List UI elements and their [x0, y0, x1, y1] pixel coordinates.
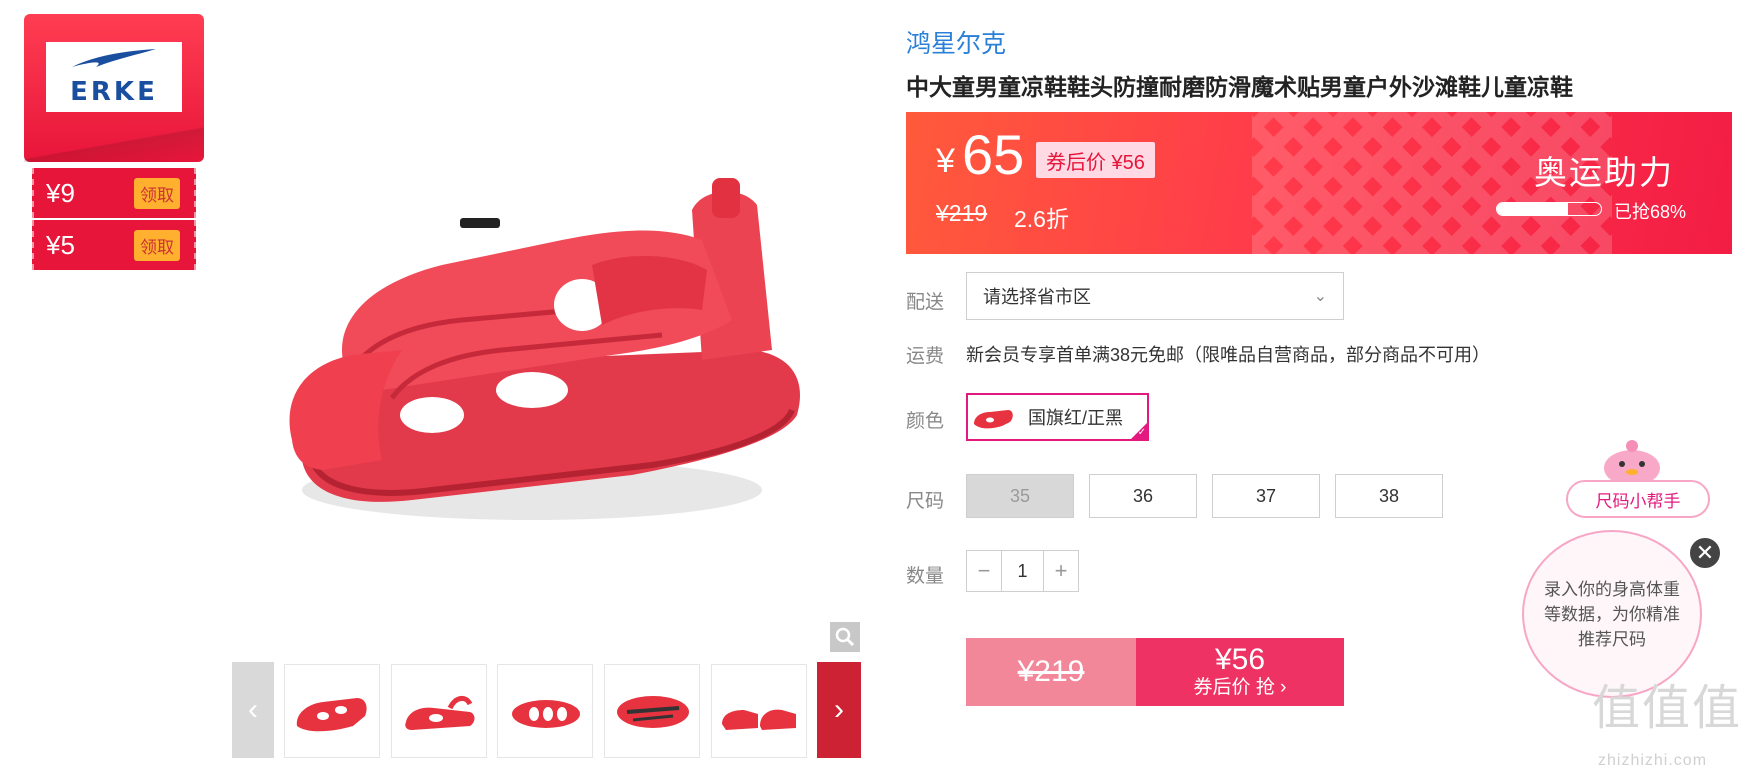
region-select-value: 请选择省市区 — [983, 287, 1091, 307]
original-price: ¥219 — [936, 200, 988, 226]
chevron-left-icon: ‹ — [248, 693, 258, 726]
thumbnail[interactable] — [284, 664, 380, 758]
coupon-claim-button[interactable]: 领取 — [134, 177, 180, 209]
thumbnail[interactable] — [711, 664, 807, 758]
shipping-info: 新会员专享首单满38元免邮（限唯品自营商品，部分商品不可用） — [966, 345, 1491, 365]
buy-coupon-action[interactable]: ¥56 券后价 抢 › — [1136, 638, 1344, 706]
buy-original-price: ¥219 — [966, 638, 1136, 706]
coupon-9[interactable]: ¥9 领取 — [32, 168, 196, 218]
thumbnail[interactable] — [604, 664, 700, 758]
color-option-red-black[interactable]: 国旗红/正黑 ✓ — [966, 393, 1149, 441]
erke-swoosh-icon — [72, 49, 156, 67]
coupon-price-badge: 券后价 ¥56 — [1036, 142, 1155, 178]
sandal-illustration — [289, 178, 800, 520]
main-product-image[interactable] — [232, 20, 862, 640]
color-label: 颜色 — [906, 411, 945, 432]
discount-rate: 2.6折 — [1014, 206, 1069, 232]
size-option-37[interactable]: 37 — [1212, 474, 1320, 518]
sold-progress-text: 已抢68% — [1614, 202, 1687, 222]
thumb-next-button[interactable]: › — [817, 662, 861, 758]
size-helper-close-button[interactable]: ✕ — [1688, 536, 1722, 570]
size-option-38[interactable]: 38 — [1335, 474, 1443, 518]
quantity-stepper: − 1 + — [966, 550, 1079, 592]
brand-logo: ERKE — [46, 42, 182, 112]
coupon-amount: ¥9 — [46, 177, 75, 208]
brand-logo-text: ERKE — [70, 77, 158, 107]
sale-price: 65 — [962, 123, 1025, 186]
coupon-claim-button[interactable]: 领取 — [134, 229, 180, 261]
coupon-amount: ¥5 — [46, 229, 75, 260]
shipping-label: 运费 — [906, 346, 945, 367]
watermark: 值值值 — [1592, 682, 1743, 735]
size-option-35[interactable]: 35 — [966, 474, 1074, 518]
size-helper-title[interactable]: 尺码小帮手 — [1566, 480, 1710, 518]
product-title: 中大童男童凉鞋鞋头防撞耐磨防滑魔术贴男童户外沙滩鞋儿童凉鞋 — [906, 74, 1573, 100]
chevron-right-icon: › — [834, 693, 844, 726]
thumbnail-image — [405, 696, 475, 730]
thumb-prev-button[interactable]: ‹ — [232, 662, 274, 758]
brand-card[interactable]: ERKE — [24, 14, 204, 162]
thumbnail-image — [512, 700, 580, 728]
color-swatch-image — [974, 410, 1013, 429]
buy-coupon-price: ¥56 — [1214, 643, 1266, 676]
region-select[interactable]: 请选择省市区 ⌄ — [966, 272, 1344, 320]
chevron-down-icon: ⌄ — [1313, 288, 1327, 305]
brand-link[interactable]: 鸿星尔克 — [906, 24, 1006, 60]
magnifier-icon — [835, 627, 855, 647]
thumbnail-image — [617, 696, 689, 728]
price-banner: ¥ 65 券后价 ¥56 ¥219 2.6折 奥运助力 已抢68% — [906, 112, 1732, 254]
buy-coupon-label: 券后价 抢 › — [1193, 677, 1287, 698]
sold-progress-fill — [1497, 203, 1568, 215]
watermark-url: zhizhizhi.com — [1598, 752, 1708, 769]
size-option-36[interactable]: 36 — [1089, 474, 1197, 518]
sold-progress-bar — [1496, 202, 1602, 216]
quantity-input[interactable]: 1 — [1001, 551, 1044, 591]
promo-title: 奥运助力 — [1534, 154, 1674, 191]
thumbnail[interactable] — [497, 664, 593, 758]
buy-button[interactable]: ¥219 ¥56 券后价 抢 › — [966, 638, 1344, 706]
coupon-5[interactable]: ¥5 领取 — [32, 220, 196, 270]
zoom-button[interactable] — [830, 622, 860, 652]
delivery-label: 配送 — [906, 292, 945, 313]
thumbnail-image — [296, 698, 367, 732]
thumbnail[interactable] — [391, 664, 487, 758]
thumbnail-image — [722, 709, 796, 730]
check-icon: ✓ — [1137, 427, 1146, 438]
currency-symbol: ¥ — [936, 142, 955, 180]
size-label: 尺码 — [906, 491, 945, 512]
quantity-label: 数量 — [906, 566, 945, 587]
quantity-increase-button[interactable]: + — [1044, 551, 1078, 591]
color-option-label: 国旗红/正黑 — [1028, 408, 1124, 428]
mascot-icon — [1604, 440, 1660, 486]
quantity-decrease-button[interactable]: − — [967, 551, 1001, 591]
